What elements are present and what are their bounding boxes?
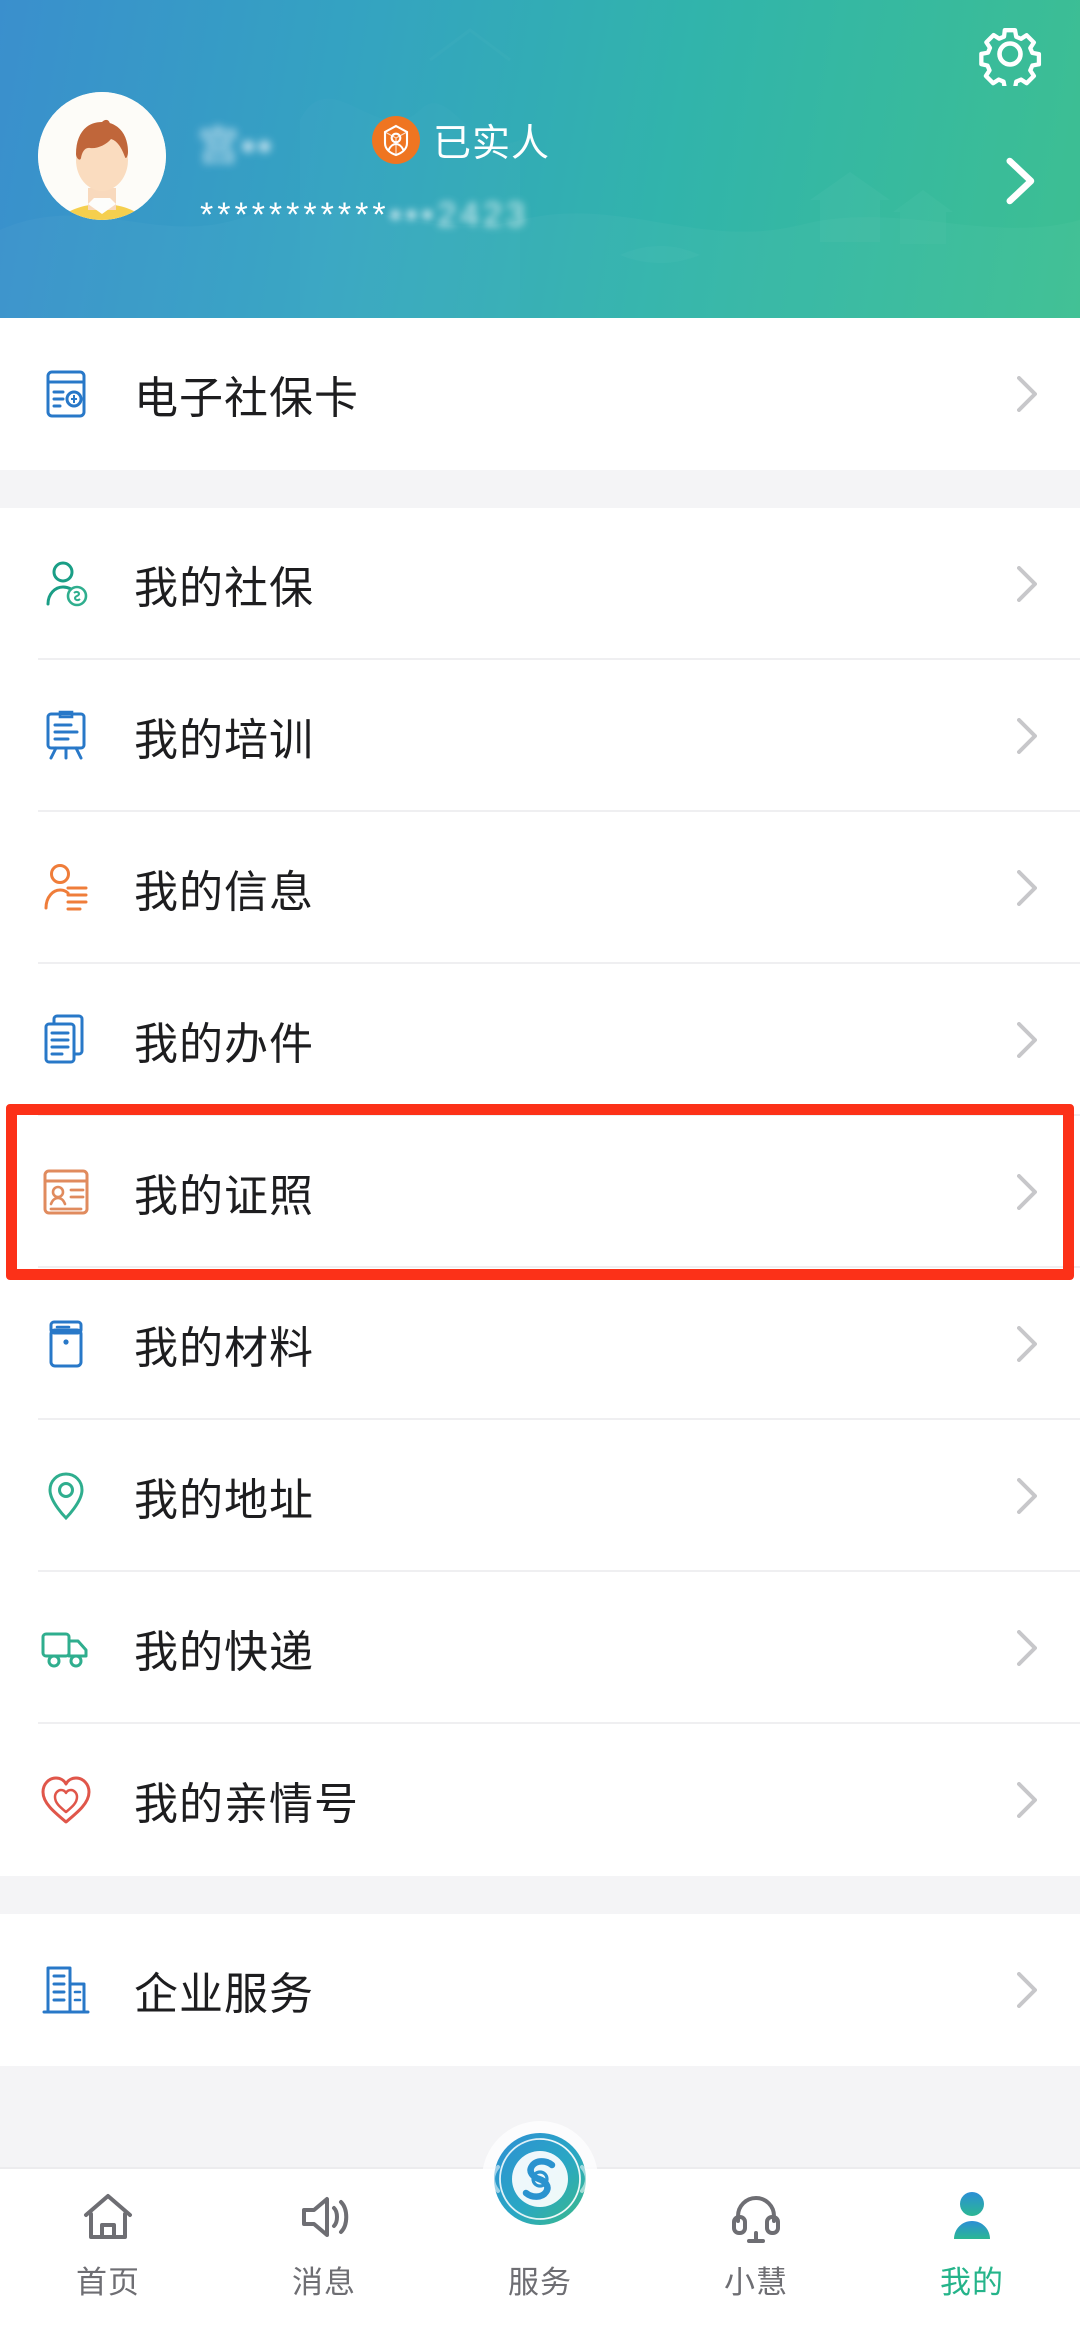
list-item-my-delivery[interactable]: 我的快递 [0, 1572, 1080, 1724]
tab-home[interactable]: 首页 [0, 2169, 216, 2302]
list-item-label: 我的证照 [134, 1160, 1014, 1224]
my-information-icon [38, 860, 94, 916]
bottom-tab-bar: 首页 消息 [0, 2167, 1080, 2325]
my-applications-icon [38, 1012, 94, 1068]
section-gap [0, 470, 1080, 508]
list-item-label: 我的地址 [134, 1464, 1014, 1528]
tab-label: 消息 [292, 2257, 356, 2302]
list-item-label: 我的办件 [134, 1008, 1014, 1072]
app-screen: 宫•• 已实人 ***********•••2423 [0, 0, 1080, 2325]
list-item-my-family-number[interactable]: 我的亲情号 [0, 1724, 1080, 1876]
tab-profile[interactable]: 我的 [864, 2169, 1080, 2302]
list-item-label: 我的快递 [134, 1616, 1014, 1680]
masked-id-number: ***********•••2423 [200, 196, 529, 235]
verified-label: 已实人 [433, 112, 550, 167]
my-social-security-icon [38, 556, 94, 612]
enterprise-service-icon [38, 1962, 94, 2018]
user-name-masked: 宫•• [198, 112, 274, 172]
my-delivery-icon [38, 1620, 94, 1676]
chevron-right-icon[interactable] [1002, 156, 1040, 206]
user-name-row: 宫•• [198, 112, 274, 172]
chevron-right-icon [1014, 1476, 1040, 1516]
home-icon [78, 2187, 138, 2247]
list-item-label: 我的亲情号 [134, 1768, 1014, 1832]
list-item-label: 企业服务 [134, 1958, 1014, 2022]
list-item-label: 我的培训 [134, 704, 1014, 768]
chevron-right-icon [1014, 1172, 1040, 1212]
gear-icon[interactable] [978, 22, 1042, 86]
my-family-number-icon [38, 1772, 94, 1828]
id-stars: *********** [200, 196, 390, 234]
list-item-my-training[interactable]: 我的培训 [0, 660, 1080, 812]
tab-label: 服务 [508, 2257, 572, 2302]
profile-header: 宫•• 已实人 ***********•••2423 [0, 0, 1080, 318]
list-item-enterprise-service[interactable]: 企业服务 [0, 1914, 1080, 2066]
chevron-right-icon [1014, 374, 1040, 414]
list-item-my-certificates[interactable]: 我的证照 [0, 1116, 1080, 1268]
service-logo-icon [478, 2117, 602, 2241]
chevron-right-icon [1014, 1780, 1040, 1820]
headset-assistant-icon [726, 2187, 786, 2247]
list-item-my-address[interactable]: 我的地址 [0, 1420, 1080, 1572]
avatar-illustration [38, 92, 166, 220]
social-security-card-icon [38, 366, 94, 422]
chevron-right-icon [1014, 1324, 1040, 1364]
list-item-label: 我的信息 [134, 856, 1014, 920]
my-training-icon [38, 708, 94, 764]
section-gap [0, 1876, 1080, 1914]
chevron-right-icon [1014, 1628, 1040, 1668]
list-item-label: 我的社保 [134, 552, 1014, 616]
my-address-icon [38, 1468, 94, 1524]
chevron-right-icon [1014, 1970, 1040, 2010]
tab-label: 首页 [76, 2257, 140, 2302]
id-tail-blurred: •••2423 [390, 196, 529, 234]
person-profile-icon [942, 2187, 1002, 2247]
section-card: 企业服务 [0, 1914, 1080, 2066]
list-item-label: 我的材料 [134, 1312, 1014, 1376]
tab-messages[interactable]: 消息 [216, 2169, 432, 2302]
section-card: 电子社保卡 [0, 318, 1080, 470]
tab-services[interactable]: 服务 [432, 2169, 648, 2302]
list-item-label: 电子社保卡 [134, 362, 1014, 426]
speaker-message-icon [294, 2187, 354, 2247]
section-card: 我的社保 我的培训 我的信息 [0, 508, 1080, 1876]
avatar[interactable] [38, 92, 166, 220]
real-person-badge-icon [372, 116, 420, 164]
list-item-social-security-card[interactable]: 电子社保卡 [0, 318, 1080, 470]
row-divider [38, 1266, 1080, 1268]
list-item-my-materials[interactable]: 我的材料 [0, 1268, 1080, 1420]
tab-label: 小慧 [724, 2257, 788, 2302]
my-certificates-icon [38, 1164, 94, 1220]
chevron-right-icon [1014, 564, 1040, 604]
tab-assistant[interactable]: 小慧 [648, 2169, 864, 2302]
list-item-my-applications[interactable]: 我的办件 [0, 964, 1080, 1116]
tab-label: 我的 [940, 2257, 1004, 2302]
verified-status-badge: 已实人 [372, 112, 550, 167]
list-item-my-social-security[interactable]: 我的社保 [0, 508, 1080, 660]
list-item-my-information[interactable]: 我的信息 [0, 812, 1080, 964]
chevron-right-icon [1014, 868, 1040, 908]
chevron-right-icon [1014, 716, 1040, 756]
my-materials-icon [38, 1316, 94, 1372]
chevron-right-icon [1014, 1020, 1040, 1060]
